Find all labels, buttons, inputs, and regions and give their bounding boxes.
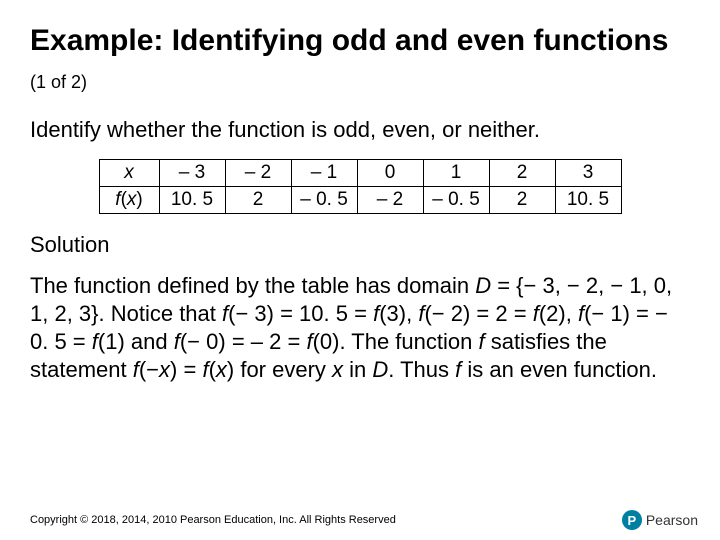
table-cell: 2 (225, 187, 291, 214)
pearson-logo-text: Pearson (646, 512, 698, 528)
table-cell: 2 (489, 187, 555, 214)
slide-title: Example: Identifying odd and even functi… (30, 22, 690, 97)
table-cell: 1 (423, 160, 489, 187)
title-main: Example: Identifying odd and even functi… (30, 24, 668, 57)
table-cell: – 2 (357, 187, 423, 214)
table-cell: 10. 5 (159, 187, 225, 214)
title-subtitle: (1 of 2) (30, 72, 87, 92)
function-table: x – 3 – 2 – 1 0 1 2 3 f(x) 10. 5 2 – 0. … (99, 159, 622, 214)
copyright-text: Copyright © 2018, 2014, 2010 Pearson Edu… (30, 514, 396, 526)
row-header-x: x (99, 160, 159, 187)
table-row: f(x) 10. 5 2 – 0. 5 – 2 – 0. 5 2 10. 5 (99, 187, 621, 214)
table-cell: – 0. 5 (291, 187, 357, 214)
pearson-logo: P Pearson (622, 510, 698, 530)
table-cell: – 0. 5 (423, 187, 489, 214)
function-table-wrap: x – 3 – 2 – 1 0 1 2 3 f(x) 10. 5 2 – 0. … (30, 159, 690, 214)
table-cell: 0 (357, 160, 423, 187)
instruction-text: Identify whether the function is odd, ev… (30, 117, 690, 143)
table-cell: 2 (489, 160, 555, 187)
pearson-badge-icon: P (622, 510, 642, 530)
table-cell: 10. 5 (555, 187, 621, 214)
table-cell: – 1 (291, 160, 357, 187)
table-cell: – 3 (159, 160, 225, 187)
row-header-fx: f(x) (99, 187, 159, 214)
table-cell: – 2 (225, 160, 291, 187)
solution-body: The function defined by the table has do… (30, 272, 690, 385)
table-row: x – 3 – 2 – 1 0 1 2 3 (99, 160, 621, 187)
table-cell: 3 (555, 160, 621, 187)
solution-heading: Solution (30, 232, 690, 258)
